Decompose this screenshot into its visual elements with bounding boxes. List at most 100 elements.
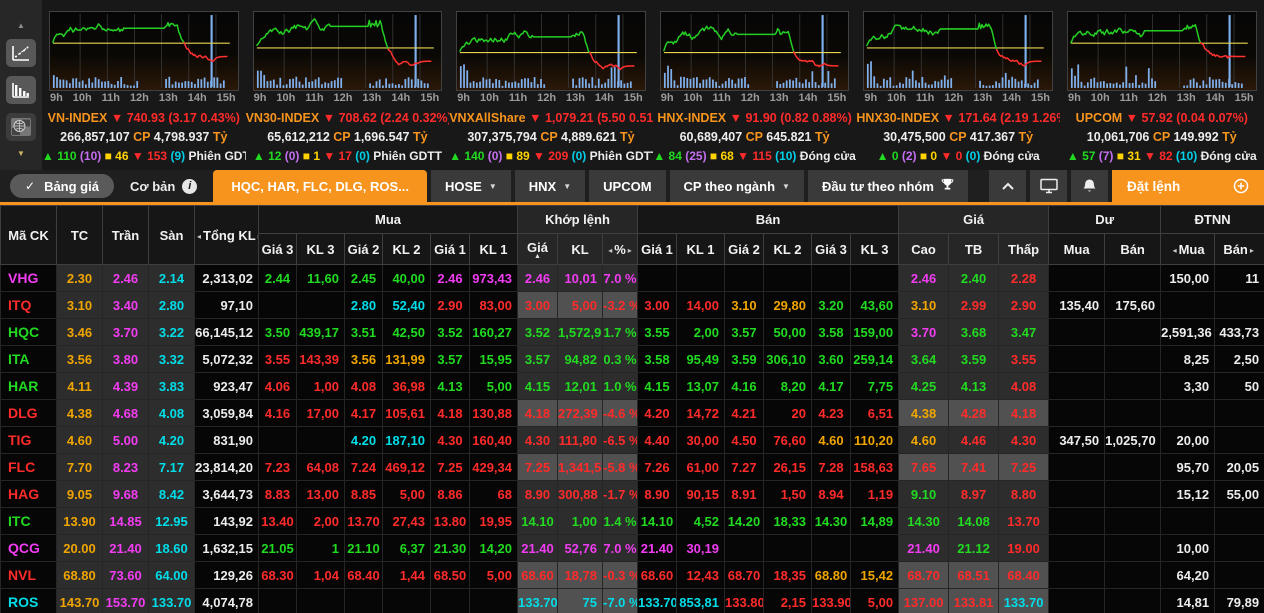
subcol-mua-giá-2[interactable]: Giá 2	[344, 233, 383, 265]
cell-buy-price-2: 21.10	[344, 534, 383, 562]
cell-price-high: 3.70	[898, 318, 950, 346]
cell-match-vol: 300,88	[557, 480, 603, 508]
subcol-dư-bán[interactable]: Bán	[1104, 233, 1162, 265]
caret-down-icon: ▼	[488, 181, 497, 191]
ticker-symbol[interactable]: ITQ	[0, 291, 57, 319]
subcol-bán-kl-1[interactable]: KL 1	[676, 233, 725, 265]
time-tick: 13h	[566, 92, 585, 104]
subcol-giá-cao[interactable]: Cao	[898, 233, 950, 265]
col-header-trần[interactable]: Trần	[102, 205, 149, 265]
group-label: Khớp lệnh	[545, 212, 610, 227]
scroll-up-icon[interactable]: ▲	[17, 22, 25, 30]
col-header-mã-ck[interactable]: Mã CK	[0, 205, 57, 265]
subcol-mua-kl-2[interactable]: KL 2	[382, 233, 431, 265]
cell-buy-price-3: 4.06	[258, 372, 297, 400]
place-order-button[interactable]: Đặt lệnh	[1112, 170, 1264, 202]
cell-buy-vol-2: 131,99	[382, 345, 431, 373]
index-intraday-chart[interactable]	[863, 11, 1053, 91]
tab-hnx[interactable]: HNX ▼	[514, 170, 586, 202]
table-row-DLG: DLG 4.38 4.68 4.08 3,059,84 4.16 17,00 4.17 105,…	[0, 399, 1264, 427]
cell-buy-price-2: 68.40	[344, 561, 383, 589]
subcol-khớp lệnh-kl[interactable]: KL	[557, 233, 603, 265]
index-intraday-chart[interactable]	[49, 11, 239, 91]
cell-foreign-sell	[1214, 399, 1264, 427]
subcol-bán-kl-3[interactable]: KL 3	[849, 233, 900, 265]
subcol-đtnn-mua[interactable]: ◂ Mua	[1160, 233, 1216, 265]
col-header-sàn[interactable]: Sàn	[148, 205, 195, 265]
index-intraday-chart[interactable]	[456, 11, 646, 91]
index-intraday-chart[interactable]	[1066, 11, 1257, 91]
subcol-dư-mua[interactable]: Mua	[1048, 233, 1106, 265]
index-value-traded: 4,798.937	[150, 130, 213, 144]
time-tick: 13h	[973, 92, 993, 104]
tab-hose[interactable]: HOSE ▼	[431, 170, 511, 202]
scroll-down-icon[interactable]: ▼	[17, 150, 25, 158]
subcol-đtnn-bán[interactable]: Bán ▸	[1214, 233, 1264, 265]
index-intraday-chart[interactable]	[659, 11, 850, 91]
subcol-bán-giá-2[interactable]: Giá 2	[724, 233, 764, 265]
column-label: Tổng KL	[203, 227, 256, 243]
bell-icon	[1083, 179, 1096, 192]
tab-đầu-tư-theo-nhóm[interactable]: Đầu tư theo nhóm	[807, 170, 968, 202]
cell-buy-price-2: 4.08	[344, 372, 383, 400]
ticker-symbol[interactable]: VHG	[0, 264, 57, 292]
ticker-symbol[interactable]: ITA	[0, 345, 57, 373]
cell-match-change-pct: -0.3 %	[602, 561, 638, 589]
cell-buy-vol-2: 1,44	[382, 561, 431, 589]
basic-view-toggle[interactable]: Cơ bản i	[118, 178, 209, 194]
subcol-bán-giá-3[interactable]: Giá 3	[811, 233, 851, 265]
index-summary-line: VN30-INDEX ▼ 708.62 (2.24 0.32%)	[246, 109, 450, 128]
subcol-mua-kl-1[interactable]: KL 1	[469, 233, 518, 265]
line-chart-button[interactable]	[6, 39, 36, 67]
ticker-symbol[interactable]: TIG	[0, 426, 57, 454]
index-value: 57.92 (0.04 0.07%)	[1141, 111, 1248, 125]
ticker-symbol[interactable]: HQC	[0, 318, 57, 346]
subcol-giá-tb[interactable]: TB	[948, 233, 1000, 265]
board-view-toggle[interactable]: ✓ Bảng giá	[10, 174, 114, 198]
ticker-symbol[interactable]: DLG	[0, 399, 57, 427]
cell-buy-vol-1	[469, 588, 518, 613]
collapse-charts-button[interactable]	[989, 170, 1026, 202]
col-header-tổng-kl[interactable]: ◂Tổng KL▸	[194, 205, 259, 265]
cell-total-volume: 97,10	[194, 291, 259, 319]
ticker-symbol[interactable]: HAG	[0, 480, 57, 508]
cell-tc: 9.05	[56, 480, 103, 508]
cell-sell-vol-1: 95,49	[676, 345, 725, 373]
ticker-symbol[interactable]: ROS	[0, 588, 57, 613]
cell-foreign-sell: 11	[1214, 264, 1264, 292]
decliners-count: ▼ 82	[1140, 149, 1173, 163]
cell-sell-vol-3: 1,19	[849, 480, 900, 508]
ticker-symbol[interactable]: ITC	[0, 507, 57, 535]
cell-match-price: 68.60	[517, 561, 558, 589]
bar-chart-button[interactable]	[6, 76, 36, 104]
subcol-bán-kl-2[interactable]: KL 2	[763, 233, 812, 265]
display-mode-button[interactable]	[1030, 170, 1067, 202]
decliners-count: ▼ 0	[937, 149, 963, 163]
subcol-mua-giá-3[interactable]: Giá 3	[258, 233, 297, 265]
col-header-tc[interactable]: TC	[56, 205, 103, 265]
subcol-khớp lệnh-giá[interactable]: Giá ▲	[517, 233, 558, 265]
ticker-symbol[interactable]: NVL	[0, 561, 57, 589]
cell-foreign-sell: 55,00	[1214, 480, 1264, 508]
ticker-symbol[interactable]: QCG	[0, 534, 57, 562]
subcol-giá-thấp[interactable]: Thấp	[998, 233, 1050, 265]
cell-match-change-pct: 1.4 %	[602, 507, 638, 535]
ticker-symbol[interactable]: HAR	[0, 372, 57, 400]
cell-sell-price-1	[637, 264, 677, 292]
tab-cp-theo-ngành[interactable]: CP theo ngành ▼	[669, 170, 804, 202]
cell-match-change-pct: 0.3 %	[602, 345, 638, 373]
widget-layout-button[interactable]	[6, 113, 36, 141]
alerts-button[interactable]	[1071, 170, 1108, 202]
subcol-mua-kl-3[interactable]: KL 3	[296, 233, 345, 265]
tab-upcom[interactable]: UPCOM	[589, 170, 666, 202]
cell-sell-vol-3: 6,51	[849, 399, 900, 427]
ticker-symbol[interactable]: FLC	[0, 453, 57, 481]
cell-match-price: 4.15	[517, 372, 558, 400]
chart-time-axis: 9h 10h 11h 12h 13h 14h 15h	[246, 91, 450, 109]
subcol-bán-giá-1[interactable]: Giá 1	[637, 233, 677, 265]
tab-watchlist-active[interactable]: HQC, HAR, FLC, DLG, ROS...	[213, 170, 427, 202]
index-value: 740.93 (3.17 0.43%)	[126, 111, 240, 125]
subcol-khớp lệnh-%[interactable]: ◂% ▸	[602, 233, 638, 265]
index-intraday-chart[interactable]	[252, 11, 443, 91]
subcol-mua-giá-1[interactable]: Giá 1	[430, 233, 470, 265]
